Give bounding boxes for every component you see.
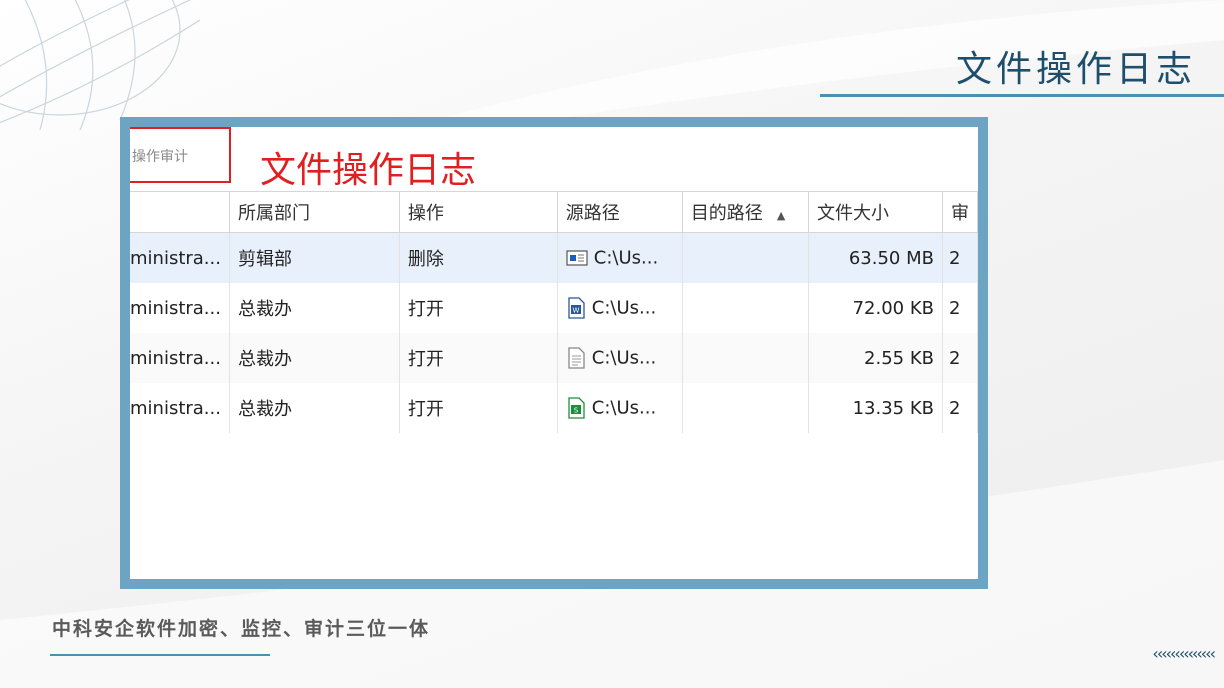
slide-title: 文件操作日志 [955, 49, 1196, 90]
cell-file-size: 2.55 KB [808, 333, 943, 383]
cell-file-size: 63.50 MB [808, 232, 943, 283]
cell-file-size: 13.35 KB [808, 383, 943, 433]
cell-action: 打开 [399, 383, 558, 433]
cell-action: 删除 [399, 232, 558, 283]
cell-audit: 2 [942, 232, 978, 283]
column-header-department[interactable]: 所属部门 [229, 191, 400, 233]
spreadsheet-file-icon: S [568, 397, 585, 419]
cell-user: ministra... [130, 333, 230, 383]
word-file-icon: W [568, 297, 585, 319]
source-path-text: C:\Us... [593, 247, 659, 269]
cell-department: 剪辑部 [229, 232, 400, 283]
column-header-destination-path[interactable]: 目的路径 ▲ [682, 191, 809, 233]
column-header-file-size[interactable]: 文件大小 [808, 191, 943, 233]
cell-department: 总裁办 [229, 333, 400, 383]
column-header-audit[interactable]: 审 [942, 191, 978, 233]
cell-source-path: C:\Us... [557, 333, 683, 383]
table-row[interactable]: ministra... 总裁办 打开 W C:\Us... 72.00 KB 2 [130, 283, 978, 333]
cell-user: ministra... [130, 232, 230, 283]
source-path-text: C:\Us... [591, 347, 657, 369]
subtitle-underline [50, 654, 270, 656]
cell-audit: 2 [942, 383, 978, 433]
svg-text:S: S [574, 407, 579, 415]
annotation-heading: 文件操作日志 [260, 150, 477, 191]
slide-subtitle: 中科安企软件加密、监控、审计三位一体 [52, 618, 431, 640]
source-path-text: C:\Us... [591, 297, 657, 319]
tab-operation-audit[interactable]: 操作审计 [130, 127, 231, 183]
cell-user: ministra... [130, 383, 230, 433]
cell-destination-path [682, 232, 809, 283]
table-header-row: 所属部门 操作 源路径 目的路径 ▲ 文件大小 审 [130, 191, 978, 233]
cell-user: ministra... [130, 283, 230, 333]
cell-department: 总裁办 [229, 283, 400, 333]
cell-audit: 2 [942, 333, 978, 383]
cell-audit: 2 [942, 283, 978, 333]
text-file-icon [568, 347, 585, 369]
cell-destination-path [682, 283, 809, 333]
svg-text:W: W [572, 307, 579, 315]
cell-file-size: 72.00 KB [808, 283, 943, 333]
column-header-user[interactable] [130, 191, 230, 233]
cell-department: 总裁办 [229, 383, 400, 433]
sort-ascending-icon: ▲ [776, 209, 786, 222]
source-path-text: C:\Us... [591, 397, 657, 419]
cell-action: 打开 [399, 283, 558, 333]
cell-source-path: W C:\Us... [557, 283, 683, 333]
column-header-source-path[interactable]: 源路径 [557, 191, 683, 233]
video-file-icon [566, 250, 588, 266]
table-row[interactable]: ministra... 总裁办 打开 S C:\Us... 13.35 KB 2 [130, 383, 978, 433]
chevron-left-icon: ‹‹‹‹‹‹‹‹‹‹‹‹‹‹ [1152, 644, 1216, 663]
cell-source-path: S C:\Us... [557, 383, 683, 433]
title-underline [820, 94, 1224, 97]
table-row[interactable]: ministra... 剪辑部 删除 C:\Us... 63.50 MB 2 [130, 232, 978, 283]
cell-action: 打开 [399, 333, 558, 383]
column-header-destination-path-label: 目的路径 [690, 203, 763, 224]
cell-destination-path [682, 333, 809, 383]
cell-source-path: C:\Us... [557, 232, 683, 283]
file-log-table: 所属部门 操作 源路径 目的路径 ▲ 文件大小 审 ministra... 剪辑部… [130, 191, 978, 433]
table-row[interactable]: ministra... 总裁办 打开 C:\Us... 2.55 KB 2 [130, 333, 978, 383]
tab-operation-audit-label: 操作审计 [132, 149, 188, 165]
audit-log-window: 操作审计 文件操作日志 所属部门 操作 源路径 目的路径 ▲ 文件大小 审 mi… [130, 127, 978, 579]
cell-destination-path [682, 383, 809, 433]
column-header-action[interactable]: 操作 [399, 191, 558, 233]
screenshot-frame: 操作审计 文件操作日志 所属部门 操作 源路径 目的路径 ▲ 文件大小 审 mi… [120, 117, 988, 589]
